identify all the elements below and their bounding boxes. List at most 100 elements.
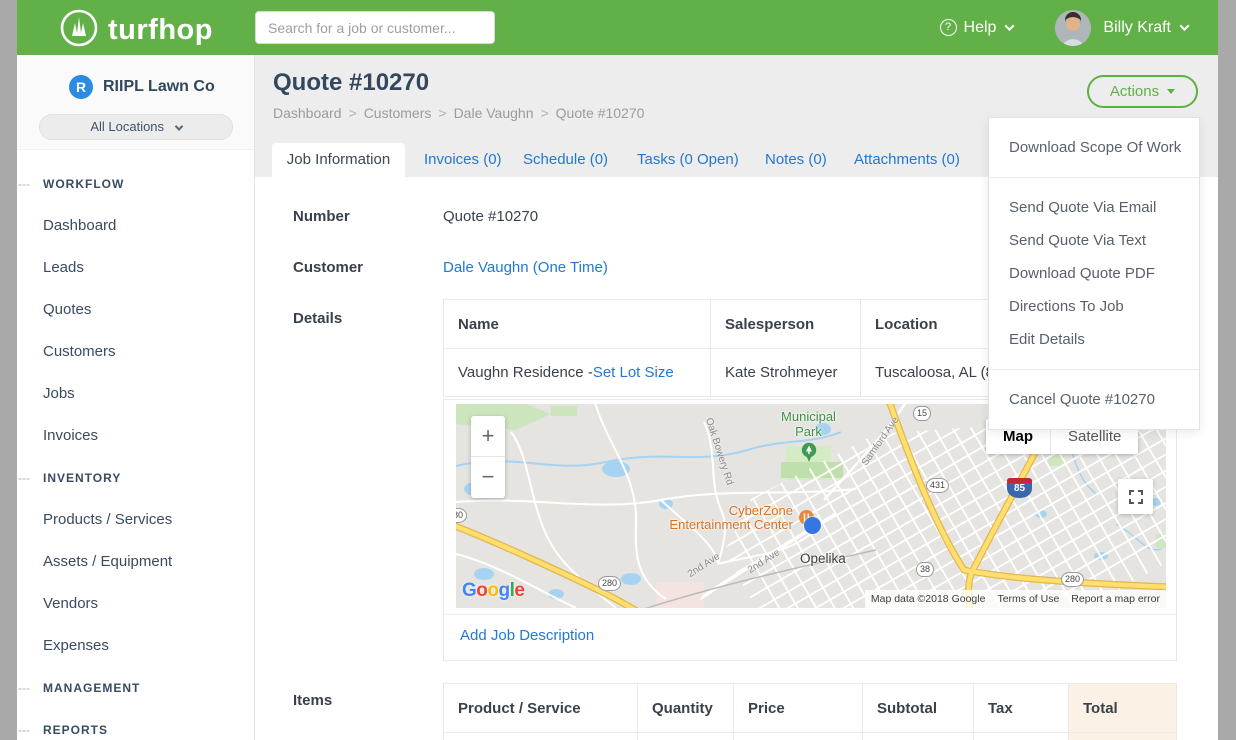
sidebar-item-dashboard[interactable]: Dashboard [17, 205, 254, 247]
zoom-out-button[interactable]: − [471, 457, 505, 498]
map-label-cyberzone: CyberZone Entertainment Center [653, 504, 793, 532]
location-filter[interactable]: All Locations [39, 114, 233, 140]
location-marker [804, 517, 821, 534]
report-map-error-link[interactable]: Report a map error [1065, 590, 1166, 608]
items-cell-tax [974, 732, 1069, 740]
route-shield-431: 431 [926, 478, 949, 493]
customer-label: Customer [293, 259, 363, 276]
help-label: Help [964, 19, 997, 37]
items-table-row [444, 732, 1176, 740]
help-menu[interactable]: Help [940, 19, 1014, 37]
google-letter: e [514, 580, 524, 601]
sidebar-item-invoices[interactable]: Invoices [17, 415, 254, 457]
menu-group: Send Quote Via Email Send Quote Via Text… [989, 178, 1199, 370]
breadcrumb-customers[interactable]: Customers [364, 105, 432, 121]
header-right: Help Billy Kraft [940, 0, 1188, 55]
menu-item-download-quote-pdf[interactable]: Download Quote PDF [989, 257, 1199, 290]
add-job-description-link[interactable]: Add Job Description [460, 627, 594, 644]
actions-button[interactable]: Actions [1087, 75, 1198, 108]
menu-item-send-quote-via-text[interactable]: Send Quote Via Text [989, 224, 1199, 257]
breadcrumb: Dashboard>Customers>Dale Vaughn>Quote #1… [273, 105, 644, 121]
brand-logo[interactable]: turfhop [59, 8, 213, 53]
grass-logo-icon [59, 8, 99, 53]
actions-dropdown-menu: Download Scope Of Work Send Quote Via Em… [988, 117, 1200, 430]
sidebar-company-block: R RIIPL Lawn Co All Locations [17, 55, 254, 150]
google-logo[interactable]: Google [462, 580, 524, 602]
route-shield-280-east: 280 [1061, 572, 1084, 587]
menu-item-edit-details[interactable]: Edit Details [989, 323, 1199, 356]
tab-invoices[interactable]: Invoices (0) [424, 143, 502, 177]
fullscreen-button[interactable] [1118, 479, 1153, 514]
number-value: Quote #10270 [443, 208, 538, 225]
sidebar-item-leads[interactable]: Leads [17, 247, 254, 289]
items-cell-total [1069, 732, 1176, 740]
items-cell-subtotal [863, 732, 974, 740]
items-header-tax: Tax [974, 684, 1069, 732]
sidebar-item-jobs[interactable]: Jobs [17, 373, 254, 415]
items-header-product-service: Product / Service [444, 684, 638, 732]
terms-of-use-link[interactable]: Terms of Use [991, 590, 1065, 608]
sidebar-nav: WORKFLOW Dashboard Leads Quotes Customer… [17, 150, 254, 740]
sidebar-item-products-services[interactable]: Products / Services [17, 499, 254, 541]
tab-schedule[interactable]: Schedule (0) [523, 143, 608, 177]
items-table-header: Product / Service Quantity Price Subtota… [444, 684, 1176, 732]
tab-job-information[interactable]: Job Information [272, 143, 405, 177]
menu-group: Cancel Quote #10270 [989, 370, 1199, 429]
section-reports: REPORTS [17, 709, 254, 740]
job-description-section: Add Job Description [444, 614, 1176, 660]
sidebar-item-expenses[interactable]: Expenses [17, 625, 254, 667]
chevron-down-icon [1180, 21, 1190, 31]
user-avatar[interactable] [1055, 10, 1091, 46]
customer-value: Dale Vaughn (One Time) [443, 259, 608, 276]
brand-name: turfhop [108, 14, 213, 47]
interstate-shield-85: 85 [1007, 478, 1032, 498]
menu-item-download-scope-of-work[interactable]: Download Scope Of Work [989, 131, 1199, 164]
menu-item-send-quote-via-email[interactable]: Send Quote Via Email [989, 191, 1199, 224]
map-data-credit: Map data ©2018 Google [865, 590, 992, 608]
sidebar-item-vendors[interactable]: Vendors [17, 583, 254, 625]
map-card: Municipal Park CyberZone Entertainment C… [443, 399, 1177, 661]
company-name: RIIPL Lawn Co [103, 78, 215, 96]
company[interactable]: R RIIPL Lawn Co [69, 75, 215, 99]
cyberzone-line1: CyberZone [653, 504, 793, 518]
set-lot-size-link[interactable]: Set Lot Size [593, 364, 674, 381]
customer-type: (One Time) [533, 259, 608, 276]
breadcrumb-separator: > [349, 105, 357, 121]
google-map[interactable]: Municipal Park CyberZone Entertainment C… [456, 404, 1166, 608]
map-attribution: Map data ©2018 Google Terms of Use Repor… [865, 590, 1166, 608]
sidebar-item-quotes[interactable]: Quotes [17, 289, 254, 331]
items-label: Items [293, 692, 332, 709]
tab-attachments[interactable]: Attachments (0) [854, 143, 960, 177]
items-header-quantity: Quantity [638, 684, 734, 732]
section-inventory: INVENTORY [17, 457, 254, 499]
zoom-in-button[interactable]: + [471, 416, 505, 457]
items-cell-quantity [638, 732, 734, 740]
menu-item-directions-to-job[interactable]: Directions To Job [989, 290, 1199, 323]
tab-notes[interactable]: Notes (0) [765, 143, 827, 177]
google-letter: o [487, 580, 498, 601]
park-tree-pin-icon [801, 442, 817, 468]
location-filter-label: All Locations [90, 119, 164, 134]
details-header-name: Name [444, 300, 711, 348]
breadcrumb-separator: > [438, 105, 446, 121]
customer-link[interactable]: Dale Vaughn [443, 259, 529, 276]
user-menu[interactable]: Billy Kraft [1103, 19, 1188, 37]
sidebar-item-customers[interactable]: Customers [17, 331, 254, 373]
menu-item-cancel-quote[interactable]: Cancel Quote #10270 [989, 383, 1199, 416]
breadcrumb-customer-name[interactable]: Dale Vaughn [454, 105, 534, 121]
google-letter: o [476, 580, 487, 601]
tab-tasks[interactable]: Tasks (0 Open) [637, 143, 739, 177]
help-icon [940, 19, 957, 36]
details-label: Details [293, 310, 342, 327]
sidebar-item-assets-equipment[interactable]: Assets / Equipment [17, 541, 254, 583]
breadcrumb-dashboard[interactable]: Dashboard [273, 105, 342, 121]
window-scrollbar[interactable] [1218, 0, 1236, 740]
items-header-total: Total [1069, 684, 1176, 732]
breadcrumb-current: Quote #10270 [556, 105, 645, 121]
search-input[interactable] [255, 11, 495, 44]
items-header-subtotal: Subtotal [863, 684, 974, 732]
map-label-city: Opelika [800, 551, 846, 566]
page-title: Quote #10270 [273, 69, 429, 97]
user-name: Billy Kraft [1103, 19, 1171, 37]
number-label: Number [293, 208, 350, 225]
